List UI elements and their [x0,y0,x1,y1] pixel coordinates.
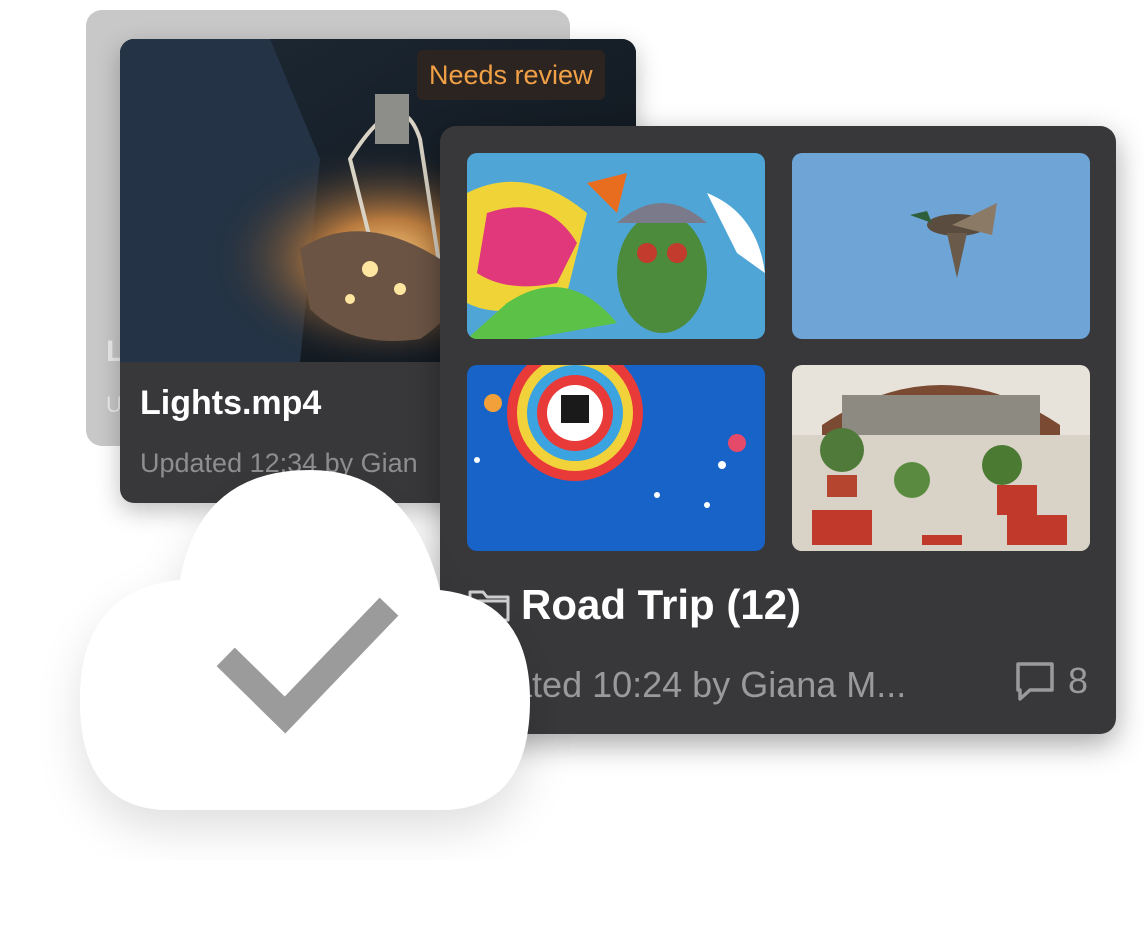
graffiti-photo [467,153,765,339]
video-title: Lights.mp4 [140,384,322,422]
duck-photo [792,153,1090,339]
needs-review-badge: Needs review [417,50,605,100]
comment-count: 8 [1067,660,1088,701]
cloud-check-icon [80,470,530,810]
comment-icon [1016,662,1054,701]
potted-plants-photo [792,365,1090,551]
comments-indicator[interactable]: 8 [1014,660,1088,702]
